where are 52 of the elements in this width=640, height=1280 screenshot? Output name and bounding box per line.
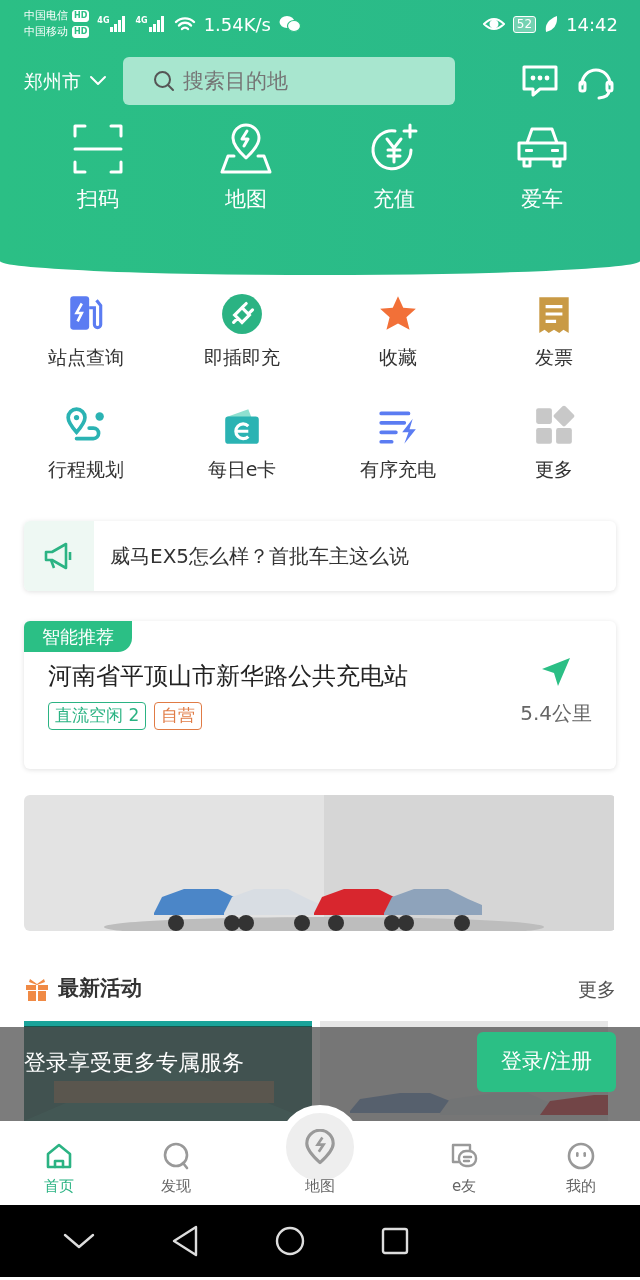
search-icon [153, 70, 175, 92]
chat-bubbles-icon [278, 15, 301, 33]
battery-indicator: 52 [512, 15, 537, 33]
station-tag: 自营 [154, 702, 203, 730]
scan-icon [71, 122, 125, 176]
recommend-card[interactable]: 智能推荐 河南省平顶山市新华路公共充电站 直流空闲 2 自营 5.4公里 [24, 621, 616, 769]
plug-icon [221, 293, 263, 335]
service-button[interactable]: 行程规划 [48, 405, 124, 517]
service-button[interactable]: 有序充电 [360, 405, 436, 517]
back-icon[interactable] [170, 1224, 200, 1258]
notice-card[interactable]: 威马EX5怎么样？首批车主这么说 [24, 521, 616, 591]
station-tag: 直流空闲 2 [48, 702, 147, 730]
carrier-name: 中国移动 [24, 24, 68, 40]
signal-icon [109, 15, 128, 33]
map-pin-icon [219, 122, 273, 176]
leaf-icon [544, 15, 559, 33]
carrier-name: 中国电信 [24, 8, 68, 24]
eye-icon [482, 15, 505, 33]
login-prompt: 登录享受更多专属服务 [24, 1048, 244, 1077]
map-pin-icon [302, 1128, 338, 1165]
search-field[interactable]: 搜索目的地 [123, 57, 455, 105]
grid-icon [533, 405, 575, 447]
hd-badge: HD [72, 10, 90, 22]
home-circle-icon[interactable] [274, 1225, 306, 1257]
network-type: 4G [97, 15, 110, 27]
clock: 14:42 [566, 12, 618, 37]
network-speed: 1.54K/s [203, 12, 271, 37]
service-button[interactable]: 发票 [533, 293, 575, 405]
tab-button[interactable]: e友 [405, 1121, 523, 1205]
chevron-down-icon [89, 75, 107, 87]
station-name: 河南省平顶山市新华路公共充电站 [48, 661, 409, 692]
more-link[interactable]: 更多 [578, 974, 616, 1004]
wifi-icon [173, 15, 196, 33]
recommend-tag: 智能推荐 [24, 621, 132, 652]
tab-button[interactable]: 地图 [234, 1091, 406, 1205]
service-button[interactable]: 即插即充 [204, 293, 280, 405]
face-icon [566, 1140, 597, 1171]
recents-square-icon[interactable] [380, 1226, 410, 1256]
service-button[interactable]: 每日e卡 [207, 405, 277, 517]
signal-icon [147, 15, 166, 33]
notice-text: 威马EX5怎么样？首批车主这么说 [109, 543, 410, 570]
gift-icon [24, 976, 50, 1002]
distance-text: 5.4公里 [520, 700, 592, 727]
network-type: 4G [135, 15, 148, 27]
hd-badge: HD [72, 26, 90, 38]
service-button[interactable]: 站点查询 [48, 293, 124, 405]
service-button[interactable]: 收藏 [377, 293, 419, 405]
tab-button[interactable]: 发现 [117, 1121, 235, 1205]
section-title: 最新活动 [58, 975, 143, 1003]
chevron-down-icon[interactable] [62, 1231, 96, 1251]
service-button[interactable]: 更多 [533, 405, 575, 517]
tab-button[interactable]: 我的 [522, 1121, 640, 1205]
